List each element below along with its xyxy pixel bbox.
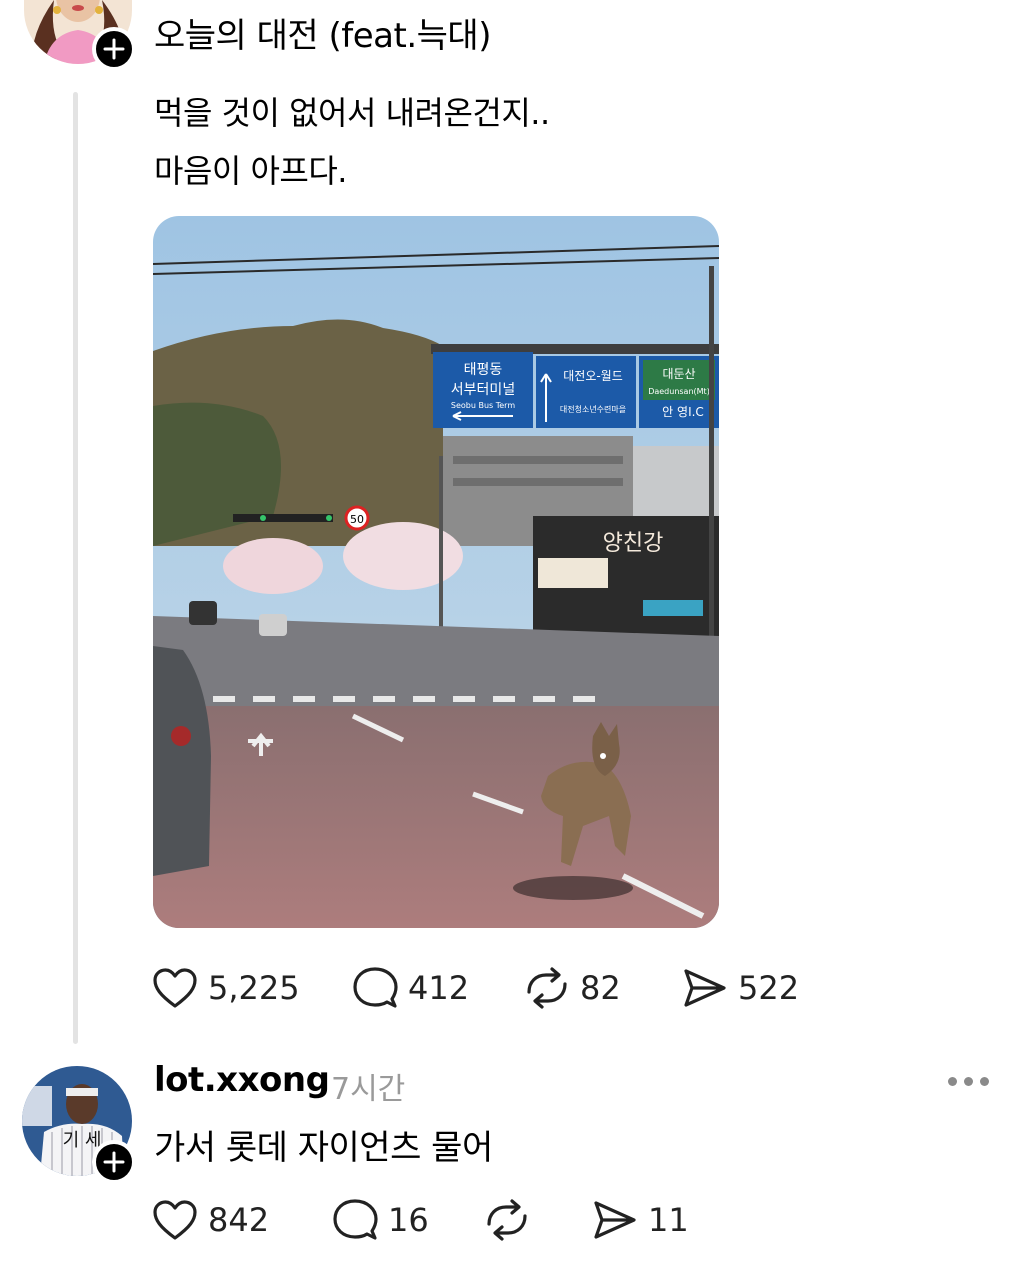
shop-sign-text: 양친강 — [603, 531, 664, 556]
comment-count: 16 — [388, 1201, 429, 1239]
post-title: 오늘의 대전 (feat.늑대) — [154, 16, 491, 56]
like-count: 842 — [208, 1201, 270, 1239]
like-button[interactable]: 842 — [152, 1199, 332, 1241]
follow-plus-icon — [103, 38, 125, 60]
like-button[interactable]: 5,225 — [152, 967, 352, 1009]
heart-icon — [153, 1200, 197, 1240]
sign-text: 서부터미널 — [451, 382, 515, 398]
post-image[interactable]: 태평동 서부터미널 Seobu Bus Term 대전오-월드 대전청소년수련마… — [153, 216, 719, 928]
thread-connector-line — [73, 92, 78, 1044]
share-count: 522 — [738, 969, 800, 1007]
repost-count: 82 — [580, 969, 621, 1007]
sign-text: 태평동 — [464, 362, 503, 378]
sign-text: 대전청소년수련마을 — [560, 404, 626, 414]
repost-button[interactable] — [484, 1198, 592, 1242]
reply-username[interactable]: lot.xxong — [154, 1060, 330, 1100]
reply-text: 가서 롯데 자이언츠 물어 — [154, 1128, 493, 1168]
comment-button[interactable]: 412 — [352, 966, 524, 1010]
share-icon — [594, 1201, 636, 1239]
repost-icon — [527, 967, 567, 1009]
post-body-line: 먹을 것이 없어서 내려온건지.. — [154, 94, 550, 132]
post-body: 먹을 것이 없어서 내려온건지.. 마음이 아프다. — [154, 84, 550, 200]
reply-action-bar: 842 16 11 — [152, 1198, 689, 1242]
sign-text: 대전오-월드 — [563, 369, 623, 383]
comment-icon — [353, 967, 398, 1008]
comment-button[interactable]: 16 — [332, 1198, 484, 1242]
sign-text: 안 영I.C — [662, 405, 704, 419]
more-options-button[interactable] — [948, 1066, 994, 1096]
more-icon — [948, 1076, 957, 1086]
speed-limit-text: 50 — [350, 513, 364, 526]
share-button[interactable]: 522 — [682, 967, 799, 1009]
post-action-bar: 5,225 412 82 522 — [152, 966, 799, 1010]
repost-button[interactable]: 82 — [524, 966, 682, 1010]
sign-text: Daedunsan(Mt) — [648, 387, 710, 396]
share-icon — [684, 969, 726, 1007]
comment-count: 412 — [408, 969, 470, 1007]
like-count: 5,225 — [208, 969, 300, 1007]
share-count: 11 — [648, 1201, 689, 1239]
repost-icon — [487, 1199, 527, 1241]
follow-button[interactable] — [92, 27, 136, 71]
more-icon — [980, 1076, 989, 1086]
post-body-line: 마음이 아프다. — [154, 152, 347, 190]
more-icon — [964, 1076, 973, 1086]
comment-icon — [333, 1199, 378, 1240]
reply-timestamp: 7시간 — [331, 1072, 406, 1107]
share-button[interactable]: 11 — [592, 1199, 689, 1241]
follow-button[interactable] — [92, 1140, 136, 1184]
heart-icon — [153, 968, 197, 1008]
follow-plus-icon — [103, 1151, 125, 1173]
sign-text: 대둔산 — [662, 367, 695, 381]
sign-text: Seobu Bus Term — [451, 401, 515, 410]
